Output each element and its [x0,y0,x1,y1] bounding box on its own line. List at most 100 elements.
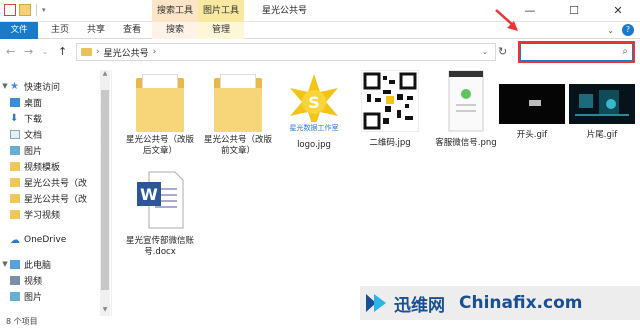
desktop-icon [10,97,20,107]
scroll-up-icon[interactable]: ▲ [100,70,110,80]
file-item-intro-gif[interactable]: 开头.gif [494,84,570,141]
sidebar-item-pictures[interactable]: 图片 ✦ [10,142,110,158]
sidebar-item-this-pc[interactable]: ▼ 此电脑 [0,256,100,272]
file-name: 星光公共号（改版前文章） [203,135,272,156]
computer-icon [10,259,20,269]
download-icon: ⬇ [10,112,19,124]
word-badge: W [140,185,158,204]
sidebar-item-label: 下载 [24,114,43,125]
help-icon[interactable]: ? [622,24,634,36]
sidebar-item-label: 学习视频 [24,210,61,221]
tab-file[interactable]: 文件 [0,22,38,39]
refresh-icon[interactable]: ↻ [498,45,507,58]
file-item-folder-before[interactable]: 星光公共号（改版前文章） [200,74,276,157]
logo-letter: S [308,93,320,112]
search-icon[interactable]: ⌕ [622,46,628,57]
folder-icon [212,74,264,132]
sidebar-item-downloads[interactable]: ⬇ 下载 ✦ [10,110,110,126]
sidebar-item-quick-access[interactable]: ▼ ★ 快速访问 [0,78,100,94]
sidebar-item-label: 图片 [24,146,43,157]
sidebar-item-study-videos[interactable]: 学习视频 [10,206,110,222]
file-name: 二维码.jpg [369,138,411,148]
sidebar-item-documents[interactable]: 文档 ✦ [10,126,110,142]
watermark-en: Chinafix.com [459,293,583,313]
toolbar-divider [36,4,37,16]
address-dropdown-icon[interactable]: ⌄ [482,48,488,56]
sidebar-item-label: 星光公共号（改 [24,194,88,205]
ribbon-tabs: 文件 主页 共享 查看 搜索 管理 ⌄ ? [0,22,640,39]
file-item-outro-gif[interactable]: 片尾.gif [564,84,640,141]
file-item-logo[interactable]: S 星光数据工作室 logo.jpg [276,70,352,151]
forward-arrow-icon[interactable]: → [24,45,33,58]
new-folder-icon[interactable] [19,4,31,16]
expand-ribbon-icon[interactable]: ⌄ [607,26,614,35]
pictures-icon [10,291,20,301]
sidebar-item-label: 文档 [24,130,43,141]
phone-screenshot-thumbnail [448,70,484,132]
properties-icon[interactable] [4,4,16,16]
recent-locations-icon[interactable]: ⌄ [42,48,48,56]
sidebar-item-video-templates[interactable]: 视频模板 [10,158,110,174]
sidebar-scrollbar[interactable]: ▲ ▼ [100,70,110,316]
document-icon [10,129,20,139]
search-box[interactable]: ⌕ [518,41,635,63]
sidebar-item-pictures-pc[interactable]: 图片 [10,288,110,304]
context-tab-picture-tools: 图片工具 [198,0,244,22]
folder-icon [10,209,20,219]
file-item-wechat[interactable]: 客服微信号.png [428,70,504,149]
file-item-docx[interactable]: W 星光宣传部微信账号.docx [122,170,198,258]
folder-icon [10,193,20,203]
window-controls: — ☐ ✕ [508,0,640,22]
sidebar-item-label: 星光公共号（改 [24,178,88,189]
pictures-icon [10,145,20,155]
gif-thumbnail [569,84,635,124]
file-name: 片尾.gif [586,130,618,140]
watermark-logo-icon [366,294,386,312]
window-title: 星光公共号 [262,6,308,16]
tab-home[interactable]: 主页 [44,22,76,39]
tab-view[interactable]: 查看 [116,22,148,39]
back-arrow-icon[interactable]: ← [6,45,15,58]
scroll-down-icon[interactable]: ▼ [100,306,110,316]
search-input[interactable] [521,44,617,60]
folder-icon [134,74,186,132]
context-tab-search-tools: 搜索工具 [152,0,198,22]
item-count: 8 个项目 [6,317,38,326]
sidebar-item-label: 此电脑 [24,260,52,271]
ribbon-right-controls: ⌄ ? [607,24,634,36]
up-arrow-icon[interactable]: ↑ [58,45,67,58]
logo-caption: 星光数据工作室 [290,123,339,132]
scrollbar-thumb[interactable] [101,90,109,290]
address-bar[interactable]: › 星光公共号 › [76,43,496,61]
qrcode-thumbnail [360,69,420,133]
chevron-down-icon[interactable]: ▼ [0,260,10,268]
annotation-arrow-icon [495,9,518,31]
tab-search[interactable]: 搜索 [152,22,198,39]
folder-icon [10,161,20,171]
file-item-folder-after[interactable]: 星光公共号（改版后文章） [122,74,198,157]
sidebar-item-onedrive[interactable]: ☁ OneDrive [10,232,110,248]
sidebar-item-label: 快速访问 [24,82,61,93]
logo-thumbnail: S 星光数据工作室 [282,70,346,134]
tab-manage[interactable]: 管理 [198,22,244,39]
title-bar: ▾ 搜索工具 图片工具 星光公共号 — ☐ ✕ [0,0,640,22]
sidebar-item-folder-before[interactable]: 星光公共号（改 [10,190,110,206]
breadcrumb-current[interactable]: 星光公共号 [104,46,149,59]
sidebar-item-videos[interactable]: 视频 [10,272,110,288]
customize-dropdown-icon[interactable]: ▾ [42,6,46,14]
tab-share[interactable]: 共享 [80,22,112,39]
star-icon: ★ [10,80,19,92]
file-item-qrcode[interactable]: 二维码.jpg [352,69,428,149]
navigation-pane: ▼ ★ 快速访问 桌面 ✦ ⬇ 下载 ✦ 文档 ✦ 图片 ✦ 视频模板 星光公共… [0,70,112,316]
quick-access-toolbar: ▾ [4,4,46,16]
file-name: logo.jpg [297,140,331,150]
chevron-down-icon[interactable]: ▼ [0,82,10,90]
breadcrumb-separator: › [152,47,157,57]
sidebar-item-label: 视频 [24,276,43,287]
maximize-button[interactable]: ☐ [552,0,596,22]
sidebar-item-folder-after[interactable]: 星光公共号（改 [10,174,110,190]
sidebar-item-label: 视频模板 [24,162,61,173]
close-button[interactable]: ✕ [596,0,640,22]
file-name: 星光公共号（改版后文章） [125,135,194,156]
sidebar-item-desktop[interactable]: 桌面 ✦ [10,94,110,110]
